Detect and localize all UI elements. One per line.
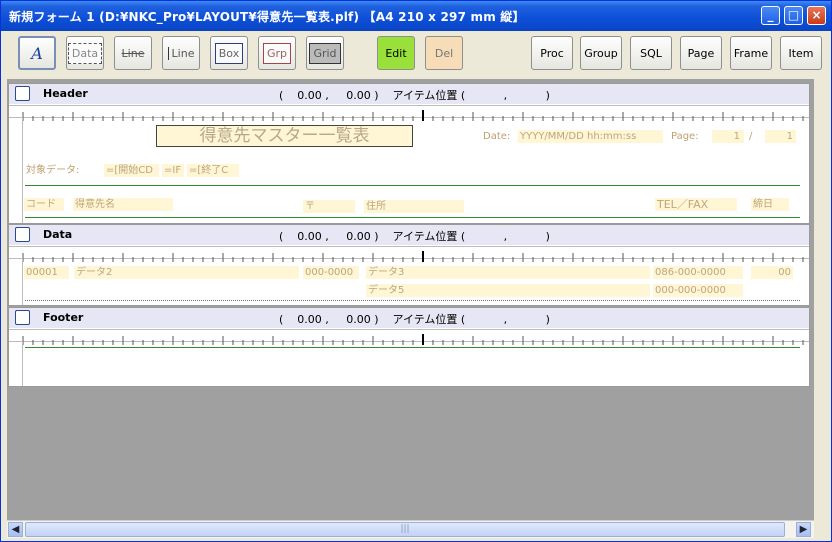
tel-fax-column-label[interactable]: TEL／FAX [655,198,737,211]
form-designer-window: 新規フォーム 1 (D:¥NKC_Pro¥LAYOUT¥得意先一覧表.plf) … [0,0,832,542]
address-data-field[interactable]: データ3 [366,266,650,279]
edit-button[interactable]: Edit [377,36,415,70]
if-field[interactable]: =IF [162,164,184,177]
tel-data-field[interactable]: 086-000-0000 [653,266,743,279]
footer-coord-readout: ( 0.00 , 0.00 ) アイテム位置 ( , ) [279,313,550,326]
address-column-label[interactable]: 住所 [364,200,464,213]
data-separator-line[interactable] [25,300,800,301]
header-section-bar[interactable]: Header ( 0.00 , 0.00 ) アイテム位置 ( , ) [9,84,809,104]
page-separator[interactable]: / [749,130,752,143]
start-code-field[interactable]: =[開始CD [104,164,159,177]
del-button-label: Del [434,46,454,60]
date-label[interactable]: Date: [483,130,510,143]
ruler-ticks [22,110,804,121]
scroll-left-icon[interactable]: ◀ [8,522,23,537]
code-data-field[interactable]: 00001 [24,266,69,279]
label-tool-button[interactable]: A [18,36,56,70]
data-coord-readout: ( 0.00 , 0.00 ) アイテム位置 ( , ) [279,230,550,243]
closing-day-data-field[interactable]: 00 [751,266,793,279]
ruler-ticks [22,334,804,345]
header-vertical-ruler [9,117,23,223]
fax-data-field[interactable]: 000-000-0000 [653,284,743,297]
header-section[interactable]: Header ( 0.00 , 0.00 ) アイテム位置 ( , ) 得意先マ… [8,83,810,224]
header-select-checkbox[interactable] [15,86,30,101]
footer-vertical-ruler [9,341,23,386]
del-button[interactable]: Del [425,36,463,70]
sql-button-label: SQL [640,46,662,60]
page-number-field[interactable]: 1 [712,130,744,143]
target-data-label[interactable]: 対象データ: [26,164,79,177]
frame-button[interactable]: Frame [730,36,772,70]
sql-button[interactable]: SQL [630,36,672,70]
item-button[interactable]: Item [780,36,822,70]
window-title: 新規フォーム 1 (D:¥NKC_Pro¥LAYOUT¥得意先一覧表.plf) … [9,10,525,24]
data-ruler [9,246,809,262]
data-tool-button[interactable]: Data [66,36,104,70]
data-section-bar[interactable]: Data ( 0.00 , 0.00 ) アイテム位置 ( , ) [9,225,809,245]
title-bar[interactable]: 新規フォーム 1 (D:¥NKC_Pro¥LAYOUT¥得意先一覧表.plf) … [1,1,831,31]
scrollbar-grip: ||| [400,524,410,534]
header-rule-bottom[interactable] [25,217,800,218]
zip-column-label[interactable]: 〒 [303,200,355,213]
grid-tool-button[interactable]: Grid [306,36,344,70]
scroll-right-icon[interactable]: ▶ [796,522,811,537]
report-title-field[interactable]: 得意先マスター一覧表 [156,125,413,147]
page-button[interactable]: Page [680,36,722,70]
date-field[interactable]: YYYY/MM/DD hh:mm:ss [518,130,663,143]
footer-section-bar[interactable]: Footer ( 0.00 , 0.00 ) アイテム位置 ( , ) [9,308,809,328]
proc-button-label: Proc [540,46,564,60]
line-tool-button[interactable]: Line [114,36,152,70]
group-button[interactable]: Group [580,36,622,70]
page-total-field[interactable]: 1 [765,130,796,143]
page-button-label: Page [687,46,715,60]
proc-button[interactable]: Proc [531,36,573,70]
header-ruler [9,105,809,121]
close-icon[interactable]: × [807,6,826,25]
scrollbar-thumb[interactable]: ||| [25,522,785,537]
vline-tool-button[interactable]: Line [162,36,200,70]
footer-ruler [9,329,809,345]
zip-data-field[interactable]: 000-0000 [303,266,359,279]
code-column-label[interactable]: コード [24,198,64,211]
horizontal-scrollbar[interactable]: ◀ ||| ▶ [7,520,814,538]
footer-section[interactable]: Footer ( 0.00 , 0.00 ) アイテム位置 ( , ) [8,307,810,387]
name-column-label[interactable]: 得意先名 [73,198,173,211]
data-section[interactable]: Data ( 0.00 , 0.00 ) アイテム位置 ( , ) 00001 … [8,224,810,306]
header-section-name: Header [43,87,88,100]
page-label[interactable]: Page: [671,130,699,143]
closing-day-column-label[interactable]: 締日 [751,198,789,211]
end-code-field[interactable]: =[終了C [187,164,239,177]
customer-name-field[interactable]: データ2 [74,266,299,279]
grp-tool-label: Grp [262,42,292,64]
data-vertical-ruler [9,258,23,305]
data-tool-label: Data [67,42,103,64]
header-rule-top[interactable] [25,185,800,186]
footer-select-checkbox[interactable] [15,310,30,325]
ruler-ticks [22,251,804,262]
design-canvas[interactable]: Header ( 0.00 , 0.00 ) アイテム位置 ( , ) 得意先マ… [7,79,814,521]
minimize-icon[interactable]: _ [761,6,780,25]
label-tool-icon: A [31,43,43,63]
data-select-checkbox[interactable] [15,227,30,242]
edit-button-label: Edit [385,46,407,60]
item-button-label: Item [788,46,814,60]
group-button-label: Group [584,46,618,60]
box-tool-label: Box [214,42,244,64]
grp-tool-button[interactable]: Grp [258,36,296,70]
toolbar: A Data Line Line Box Grp Grid Edit Del P… [1,31,831,77]
maximize-icon[interactable]: □ [784,6,803,25]
address2-data-field[interactable]: データ5 [366,284,650,297]
grid-tool-label: Grid [309,42,341,64]
data-section-name: Data [43,228,73,241]
footer-rule[interactable] [25,347,800,348]
footer-section-name: Footer [43,311,84,324]
line-tool-label: Line [121,46,145,60]
box-tool-button[interactable]: Box [210,36,248,70]
frame-button-label: Frame [733,46,769,60]
vline-tool-label: Line [167,46,194,60]
header-coord-readout: ( 0.00 , 0.00 ) アイテム位置 ( , ) [279,89,550,102]
